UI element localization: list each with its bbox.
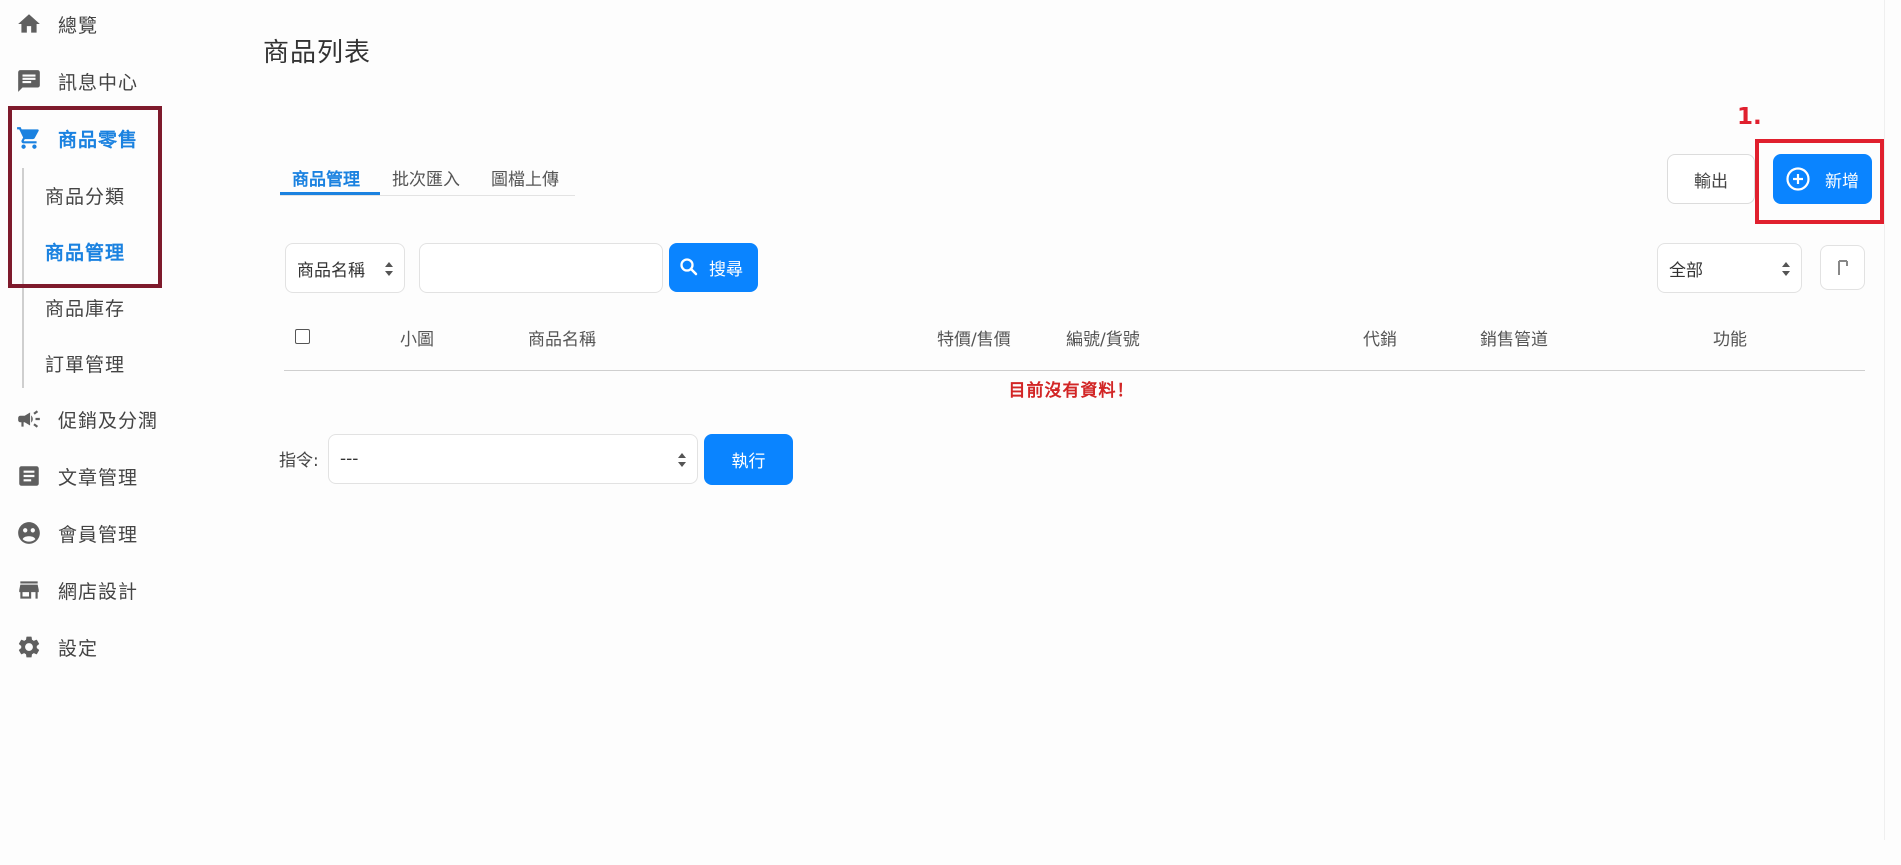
command-select[interactable]: --- [328,434,698,484]
sidebar-item-label: 網店設計 [58,580,139,603]
sort-icon [1838,260,1848,275]
select-arrows-icon [678,453,686,467]
tab-bar: 商品管理 批次匯入 圖檔上傳 [280,160,575,196]
search-field-value: 商品名稱 [297,260,365,281]
column-header-sku: 編號/貨號 [1066,330,1140,350]
article-icon [16,463,42,489]
column-header-name: 商品名稱 [528,330,596,350]
megaphone-icon [16,406,42,432]
column-header-thumbnail: 小圖 [400,330,434,350]
column-header-price: 特價/售價 [937,330,1011,350]
filter-select-value: 全部 [1669,260,1703,281]
command-label: 指令: [279,451,319,471]
tab-product-management[interactable]: 商品管理 [292,160,360,194]
home-icon [16,11,42,37]
page-title: 商品列表 [263,38,372,68]
search-icon [680,258,698,276]
members-icon [16,520,42,546]
sort-button[interactable] [1820,245,1865,290]
sidebar: 總覽 訊息中心 商品零售 商品分類 商品管理 商品庫存 訂單管理 促銷及分潤 文… [0,0,210,865]
step-annotation: 1. [1737,104,1762,130]
sidebar-highlight-box [8,106,162,288]
store-icon [16,577,42,603]
filter-select[interactable]: 全部 [1657,243,1802,293]
sidebar-item-label: 總覽 [58,14,99,37]
column-header-channel: 銷售管道 [1480,330,1548,350]
gear-icon [16,634,42,660]
column-header-actions: 功能 [1713,330,1747,350]
export-button[interactable]: 輸出 [1667,154,1755,204]
message-icon [16,68,42,94]
active-tab-indicator [280,192,380,195]
select-all-checkbox[interactable] [295,329,310,344]
sidebar-item-label: 訊息中心 [58,71,139,94]
column-header-consignment: 代銷 [1363,330,1397,350]
search-button-label: 搜尋 [709,260,743,280]
sidebar-item-label: 會員管理 [58,523,139,546]
empty-table-message: 目前沒有資料！ [1008,381,1135,401]
command-select-value: --- [340,449,359,469]
sidebar-item-label: 設定 [58,637,99,660]
tab-image-upload[interactable]: 圖檔上傳 [491,160,559,194]
content-border [1884,0,1885,840]
select-arrows-icon [1782,262,1790,276]
sidebar-subitem-inventory[interactable]: 商品庫存 [45,287,125,327]
sidebar-item-label: 促銷及分潤 [58,409,159,432]
table-header: 小圖 商品名稱 特價/售價 編號/貨號 代銷 銷售管道 功能 [284,315,1865,371]
select-arrows-icon [385,262,393,276]
search-button[interactable]: 搜尋 [669,243,758,292]
search-field-select[interactable]: 商品名稱 [285,243,405,293]
sidebar-item-label: 文章管理 [58,466,139,489]
add-button-highlight-box [1755,139,1884,224]
execute-button[interactable]: 執行 [704,434,793,485]
search-input[interactable] [419,243,663,293]
tab-batch-import[interactable]: 批次匯入 [392,160,460,194]
